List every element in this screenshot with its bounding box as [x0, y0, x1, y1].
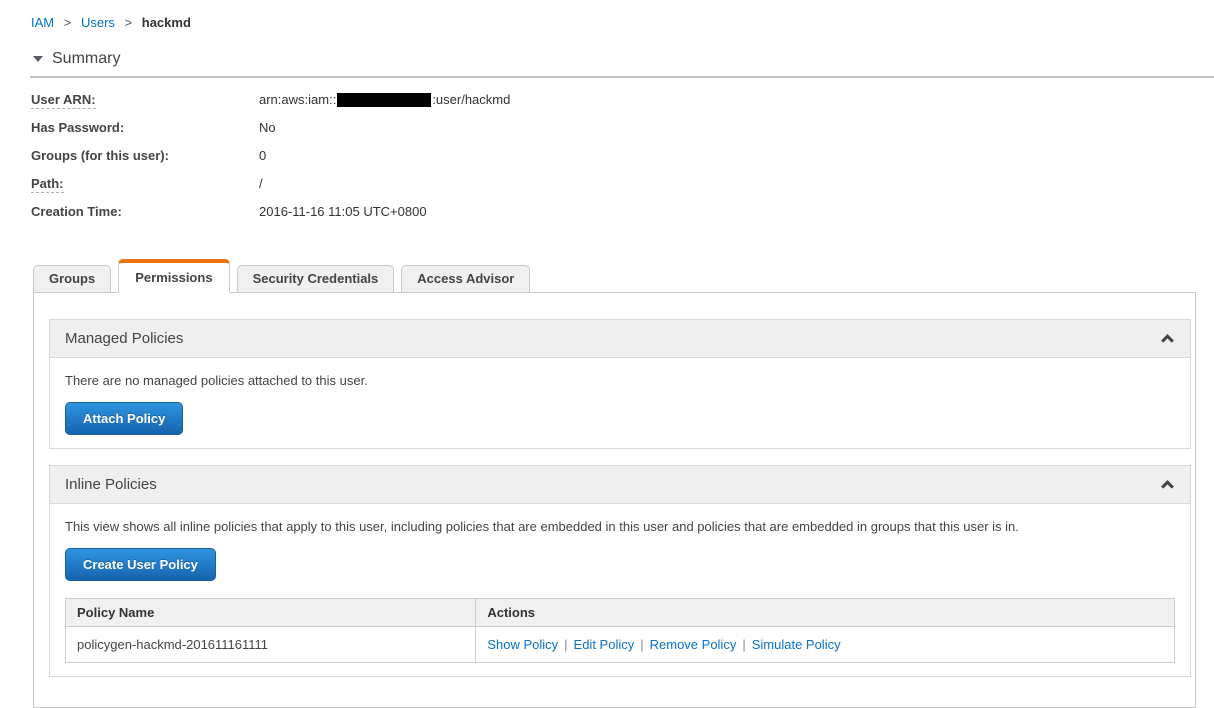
summary-fields: User ARN: arn:aws:iam:::user/hackmd Has …: [31, 92, 1214, 220]
breadcrumb-separator: >: [124, 15, 133, 30]
inline-policies-table: Policy Name Actions policygen-hackmd-201…: [64, 598, 1175, 663]
user-arn-value: arn:aws:iam:::user/hackmd: [259, 92, 511, 107]
collapse-triangle-icon: [33, 56, 43, 62]
groups-value: 0: [259, 148, 267, 163]
attach-policy-button[interactable]: Attach Policy: [65, 402, 184, 435]
breadcrumb-current-user: hackmd: [141, 15, 191, 30]
has-password-label: Has Password:: [31, 120, 125, 135]
table-header-row: Policy Name Actions: [64, 598, 1175, 627]
breadcrumb-link-iam[interactable]: IAM: [31, 15, 54, 30]
show-policy-link[interactable]: Show Policy: [487, 637, 558, 652]
tab-security-credentials[interactable]: Security Credentials: [236, 265, 395, 293]
inline-policies-body: This view shows all inline policies that…: [50, 504, 1190, 676]
remove-policy-link[interactable]: Remove Policy: [650, 637, 737, 652]
user-arn-label: User ARN:: [31, 92, 96, 109]
managed-policies-body: There are no managed policies attached t…: [50, 358, 1190, 448]
managed-policies-header[interactable]: Managed Policies: [50, 320, 1190, 358]
field-row-has-password: Has Password: No: [31, 120, 1214, 136]
groups-label: Groups (for this user):: [31, 148, 169, 163]
summary-divider: [30, 76, 1214, 78]
summary-section-toggle[interactable]: Summary: [33, 50, 1214, 68]
managed-policies-title: Managed Policies: [65, 330, 184, 347]
creation-time-value: 2016-11-16 11:05 UTC+0800: [259, 204, 427, 219]
field-row-path: Path: /: [31, 176, 1214, 193]
inline-policies-description: This view shows all inline policies that…: [65, 519, 1019, 534]
edit-policy-link[interactable]: Edit Policy: [574, 637, 635, 652]
summary-title: Summary: [52, 50, 121, 67]
chevron-up-icon[interactable]: [1161, 334, 1174, 347]
field-row-groups: Groups (for this user): 0: [31, 148, 1214, 164]
permissions-tab-panel: Managed Policies There are no managed po…: [33, 292, 1196, 708]
policy-actions-cell: Show Policy | Edit Policy | Remove Policy | Si…: [475, 626, 1175, 663]
inline-policies-section: Inline Policies This view shows all inli…: [49, 465, 1191, 677]
breadcrumb: IAM > Users > hackmd: [0, 0, 1214, 30]
creation-time-label: Creation Time:: [31, 204, 122, 219]
tab-permissions[interactable]: Permissions: [118, 259, 230, 293]
field-row-user-arn: User ARN: arn:aws:iam:::user/hackmd: [31, 92, 1214, 109]
breadcrumb-separator: >: [63, 15, 72, 30]
path-value: /: [259, 176, 263, 191]
tab-access-advisor[interactable]: Access Advisor: [401, 265, 531, 293]
policy-name-cell: policygen-hackmd-201611161111: [64, 626, 477, 663]
managed-policies-section: Managed Policies There are no managed po…: [49, 319, 1191, 449]
actions-column-header: Actions: [475, 598, 1175, 627]
field-row-creation-time: Creation Time: 2016-11-16 11:05 UTC+0800: [31, 204, 1214, 220]
has-password-value: No: [259, 120, 276, 135]
table-row: policygen-hackmd-201611161111 Show Polic…: [64, 626, 1175, 663]
redacted-account-id: [337, 93, 432, 107]
managed-policies-empty-message: There are no managed policies attached t…: [65, 373, 368, 388]
policy-name-column-header: Policy Name: [64, 598, 477, 627]
tab-bar: Groups Permissions Security Credentials …: [0, 259, 1214, 293]
path-label: Path:: [31, 176, 64, 193]
inline-policies-header[interactable]: Inline Policies: [50, 466, 1190, 504]
simulate-policy-link[interactable]: Simulate Policy: [752, 637, 841, 652]
inline-policies-title: Inline Policies: [65, 476, 157, 493]
breadcrumb-link-users[interactable]: Users: [81, 15, 115, 30]
chevron-up-icon[interactable]: [1161, 480, 1174, 493]
tab-groups[interactable]: Groups: [33, 265, 112, 293]
create-user-policy-button[interactable]: Create User Policy: [65, 548, 216, 581]
